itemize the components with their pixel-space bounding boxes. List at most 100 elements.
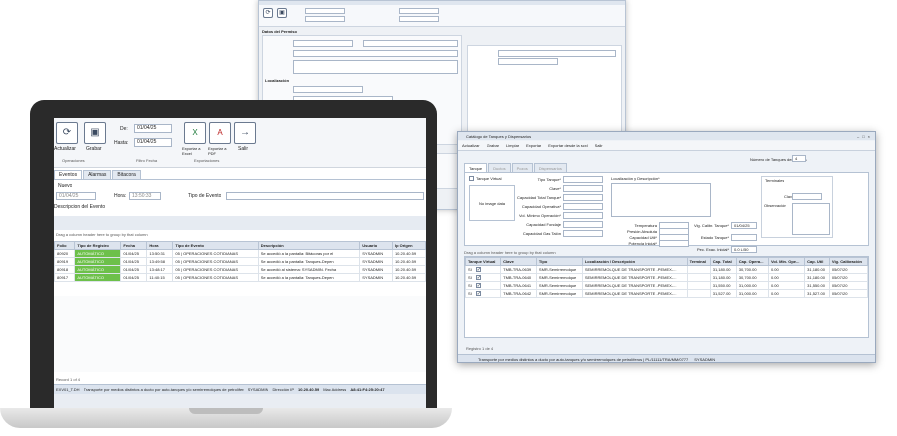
hasta-date-input[interactable]: 01/04/25 — [134, 138, 172, 147]
field-input[interactable] — [563, 212, 603, 219]
table-row[interactable]: 80917 AUTOMÁTICO 01/04/25 11:40:15 05 | OPER… — [54, 273, 426, 282]
config-field[interactable] — [498, 58, 558, 65]
config-input-2[interactable] — [305, 16, 345, 22]
config-input-1[interactable] — [305, 8, 345, 14]
localizacion-textarea[interactable] — [611, 183, 711, 217]
grid-header[interactable]: Vig. Calibración — [828, 257, 869, 266]
export-excel-label[interactable]: Exportar a Excel — [182, 146, 208, 156]
grid-header[interactable]: Tipo de Evento — [172, 241, 259, 250]
tanque-virtual-checkbox[interactable] — [469, 176, 474, 181]
config-field[interactable] — [293, 50, 458, 57]
grid-header[interactable]: Descripción — [257, 241, 361, 250]
config-input-4[interactable] — [399, 16, 439, 22]
config-field[interactable] — [293, 86, 363, 93]
tab-ductos[interactable]: Ductos — [488, 163, 511, 172]
num-tanques-input[interactable]: 4 — [792, 155, 806, 162]
grid-header[interactable]: Ip Origen — [391, 241, 426, 250]
export-pdf-label[interactable]: Exportar a PDF — [208, 146, 232, 156]
clave-input[interactable] — [792, 193, 822, 200]
field-input[interactable] — [563, 203, 603, 210]
tab-alarmas[interactable]: Alarmas — [83, 170, 112, 179]
row-checkbox[interactable] — [475, 291, 481, 297]
config-field[interactable] — [293, 40, 353, 47]
grid-header[interactable]: Usuario — [359, 241, 393, 250]
pdf-icon[interactable]: A — [209, 122, 231, 144]
update-icon[interactable]: ⟳ — [263, 8, 273, 18]
table-cell: SI — [464, 265, 502, 274]
toolbar-save[interactable]: Grabar — [487, 143, 499, 148]
field-label: Capacidad Total Tanque* — [517, 195, 561, 200]
toolbar-update[interactable]: Actualizar — [462, 143, 480, 148]
grid-header[interactable]: Cap. Opera... — [735, 257, 769, 266]
save-button-label[interactable]: Grabar — [86, 146, 102, 152]
tab-dispensarios[interactable]: Dispensarios — [533, 163, 567, 172]
field-input[interactable] — [563, 221, 603, 228]
save-icon[interactable]: ▣ — [84, 122, 106, 144]
taskbar — [54, 394, 426, 408]
table-cell: 13:48:17 — [146, 265, 174, 274]
table-row[interactable]: SI TMB-TRA-0639SMR-SemirremolqueSEMIRREMO… — [464, 265, 869, 274]
tanque-virtual-label: Tanque Virtual — [476, 176, 502, 181]
exit-label[interactable]: Salir — [238, 146, 248, 152]
table-cell: 31,527.00 — [709, 289, 737, 298]
window-controls[interactable]: –□× — [857, 134, 875, 139]
grid-header[interactable]: Tipo de Registro — [74, 241, 122, 250]
field-input[interactable] — [563, 176, 603, 183]
config-field[interactable] — [363, 40, 458, 47]
tab-pozos[interactable]: Pozos — [511, 163, 533, 172]
field-input[interactable]: 01/04/25 — [731, 222, 757, 229]
grid-header[interactable]: Vol. Min. Ope... — [767, 257, 806, 266]
grid-header[interactable]: Cap. Util — [804, 257, 830, 266]
field-input[interactable] — [563, 185, 603, 192]
exit-icon[interactable]: → — [234, 122, 256, 144]
nuevo-label[interactable]: Nuevo — [58, 183, 72, 189]
table-row[interactable]: 80918 AUTOMÁTICO 01/04/25 13:48:17 05 | OPER… — [54, 265, 426, 274]
table-row[interactable]: 80920 AUTOMÁTICO 01/04/25 13:50:31 05 | OPER… — [54, 249, 426, 258]
tab-tanque[interactable]: Tanque — [464, 163, 488, 172]
table-cell: AUTOMÁTICO — [74, 273, 122, 282]
update-button-label[interactable]: Actualizar — [54, 146, 76, 152]
grid-header[interactable]: Hora — [146, 241, 174, 250]
grid-header[interactable]: Fecha — [120, 241, 148, 250]
row-checkbox[interactable] — [475, 275, 481, 281]
excel-icon[interactable]: X — [184, 122, 206, 144]
field-input[interactable]: 0.0 L/50 — [731, 246, 757, 253]
field-input[interactable] — [731, 234, 757, 241]
hora-label: Hora: — [114, 193, 127, 199]
toolbar-clear[interactable]: Limpiar — [506, 143, 519, 148]
table-row[interactable]: SI TMB-TRA-0641SMR-SemirremolqueSEMIRREMO… — [464, 281, 869, 290]
toolbar-export-scxl[interactable]: Exportar desde la scxl — [548, 143, 587, 148]
observacion-textarea[interactable] — [792, 203, 830, 235]
field-input[interactable] — [563, 230, 603, 237]
config-field[interactable] — [293, 60, 458, 74]
de-date-input[interactable]: 01/04/25 — [134, 124, 172, 133]
grid-header[interactable]: Tanque Virtual — [464, 257, 502, 266]
table-cell: TMB-TRA-0641 — [500, 281, 537, 290]
field-input[interactable] — [563, 194, 603, 201]
config-field[interactable] — [498, 50, 616, 57]
table-row[interactable]: SI TMB-TRA-0640SMR-SemirremolqueSEMIRREMO… — [464, 273, 869, 282]
grid-header[interactable]: Clave — [500, 257, 537, 266]
grid-header[interactable]: Terminal — [686, 257, 711, 266]
grid-header[interactable]: Localización / Descripción — [581, 257, 688, 266]
toolbar-export[interactable]: Exportar — [526, 143, 541, 148]
config-input-3[interactable] — [399, 8, 439, 14]
tab-eventos[interactable]: Eventos — [54, 170, 83, 179]
table-row[interactable]: 80919 AUTOMÁTICO 01/04/25 13:49:58 05 | OPER… — [54, 257, 426, 266]
row-checkbox[interactable] — [475, 267, 481, 273]
refresh-icon[interactable]: ⟳ — [56, 122, 78, 144]
table-row[interactable]: SI TMB-TRA-0642SMR-SemirremolqueSEMIRREMO… — [464, 289, 869, 298]
toolbar-exit[interactable]: Salir — [595, 143, 603, 148]
grid-header[interactable]: Cap. Total — [709, 257, 737, 266]
row-checkbox[interactable] — [475, 283, 481, 289]
save-icon[interactable]: ▣ — [277, 8, 287, 18]
grid-header[interactable]: Folio — [54, 241, 76, 250]
tipo-evento-select[interactable] — [226, 192, 424, 200]
table-cell: 11:40:15 — [146, 273, 174, 282]
field-label: Capacidad Operativa* — [521, 204, 561, 209]
grid-header[interactable]: Tipo — [535, 257, 583, 266]
fecha-input[interactable]: 01/04/25 — [56, 192, 96, 200]
tab-bitacora[interactable]: Bitacora — [112, 170, 141, 179]
field-input[interactable] — [659, 240, 689, 247]
hora-input[interactable]: 13:50:33 — [129, 192, 161, 200]
